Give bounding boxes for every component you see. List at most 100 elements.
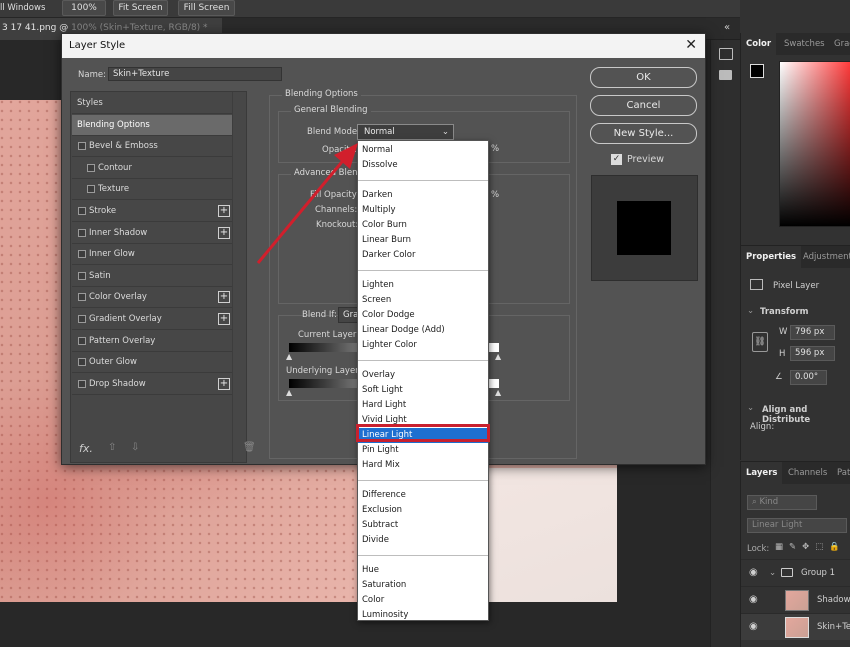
blend-mode-option[interactable]: Pin Light — [358, 443, 488, 458]
blend-mode-option[interactable]: Divide — [358, 533, 488, 548]
tab-swatches[interactable]: Swatches — [784, 33, 825, 55]
style-checkbox[interactable] — [78, 271, 86, 280]
transform-chevron-icon[interactable]: ⌄ — [747, 306, 754, 316]
style-checkbox[interactable] — [78, 250, 86, 259]
blend-mode-option[interactable]: Lighten — [358, 278, 488, 293]
slider-handle-icon[interactable]: ▲ — [286, 352, 292, 361]
style-item[interactable]: Bevel & Emboss — [72, 136, 246, 158]
cancel-button[interactable]: Cancel — [590, 95, 697, 116]
blend-mode-option[interactable]: Overlay — [358, 368, 488, 383]
layer-blend-mode-select[interactable]: Linear Light — [747, 518, 847, 533]
style-checkbox[interactable] — [78, 315, 86, 323]
tab-properties[interactable]: Properties — [741, 246, 802, 268]
style-item[interactable]: Blending Options — [72, 114, 246, 136]
comments-icon[interactable] — [719, 70, 732, 80]
blend-mode-option[interactable]: Darken — [358, 188, 488, 203]
blend-mode-option[interactable]: Luminosity — [358, 608, 488, 623]
add-style-icon[interactable]: + — [218, 313, 230, 325]
style-item[interactable]: Inner Shadow + — [72, 223, 246, 244]
visibility-eye-icon[interactable]: ◉ — [749, 568, 761, 578]
style-item[interactable]: Pattern Overlay — [72, 331, 246, 352]
style-item[interactable]: Satin — [72, 266, 246, 287]
styles-scrollbar[interactable] — [232, 92, 246, 462]
tab-adjustments[interactable]: Adjustments — [803, 246, 850, 268]
collapse-icon[interactable]: « — [724, 22, 730, 33]
slider-handle-icon[interactable]: ▲ — [495, 352, 501, 361]
blend-mode-option[interactable]: Color — [358, 593, 488, 608]
style-item[interactable]: Contour — [72, 158, 246, 179]
style-checkbox[interactable] — [78, 293, 86, 302]
blend-mode-option[interactable]: Normal — [358, 143, 488, 158]
add-style-icon[interactable]: + — [218, 291, 230, 304]
add-style-icon[interactable]: + — [218, 377, 230, 390]
blend-mode-option[interactable]: Multiply — [358, 203, 488, 218]
trash-icon[interactable]: 🗑 — [243, 442, 256, 453]
blend-mode-option[interactable]: Difference — [358, 488, 488, 503]
blend-mode-option[interactable]: Color Dodge — [358, 308, 488, 323]
style-item[interactable]: Drop Shadow + — [72, 374, 246, 395]
style-item[interactable]: Stroke + — [72, 201, 246, 222]
blend-mode-option[interactable]: Saturation — [358, 578, 488, 593]
style-item[interactable]: Texture — [72, 179, 246, 201]
blend-mode-option[interactable]: Dissolve — [358, 158, 488, 173]
style-item[interactable]: Inner Glow — [72, 244, 246, 266]
blend-mode-option[interactable]: Soft Light — [358, 383, 488, 398]
fit-screen-button[interactable]: Fit Screen — [113, 0, 168, 16]
style-checkbox[interactable] — [87, 185, 95, 194]
tab-gradients[interactable]: Gradi — [834, 33, 850, 55]
width-field[interactable]: 796 px — [790, 325, 835, 340]
align-chevron-icon[interactable]: ⌄ — [747, 403, 754, 413]
fill-screen-button[interactable]: Fill Screen — [178, 0, 235, 16]
name-field[interactable]: Skin+Texture — [108, 67, 282, 81]
blend-mode-option[interactable]: Linear Burn — [358, 233, 488, 248]
add-style-icon[interactable]: + — [218, 205, 230, 217]
style-checkbox[interactable] — [87, 163, 95, 172]
ok-button[interactable]: OK — [590, 67, 697, 88]
group-chevron-icon[interactable]: ⌄ — [769, 568, 776, 578]
slider-handle-icon[interactable]: ▲ — [495, 388, 501, 397]
blend-mode-select[interactable]: Normal ⌄ — [357, 124, 454, 140]
layer-row[interactable]: ◉ Skin+Tex — [741, 613, 850, 640]
tab-layers[interactable]: Layers — [741, 462, 783, 484]
blend-mode-option[interactable]: Exclusion — [358, 503, 488, 518]
visibility-eye-icon[interactable]: ◉ — [749, 595, 761, 605]
close-icon[interactable]: ✕ — [685, 37, 697, 53]
style-item[interactable]: Color Overlay + — [72, 287, 246, 309]
tab-paths[interactable]: Pat — [837, 462, 850, 484]
blend-mode-option[interactable]: Darker Color — [358, 248, 488, 263]
angle-field[interactable]: 0.00° — [790, 370, 827, 385]
move-up-icon[interactable]: ⇧ — [108, 442, 116, 453]
history-icon[interactable] — [719, 48, 733, 60]
layer-kind-filter[interactable]: ⌕ Kind — [747, 495, 817, 510]
zoom-100-button[interactable]: 100% — [62, 0, 106, 16]
blend-mode-option[interactable]: Linear Dodge (Add) — [358, 323, 488, 338]
new-style-button[interactable]: New Style... — [590, 123, 697, 144]
color-picker-field[interactable] — [779, 61, 850, 227]
layer-row[interactable]: ◉ ⌄ Group 1 — [741, 559, 850, 586]
move-down-icon[interactable]: ⇩ — [131, 442, 139, 453]
preview-checkbox[interactable]: ✓ — [611, 154, 622, 165]
blend-mode-option[interactable]: Lighter Color — [358, 338, 488, 353]
tab-color[interactable]: Color — [741, 33, 777, 55]
style-item[interactable]: Gradient Overlay + — [72, 309, 246, 330]
style-checkbox[interactable] — [78, 358, 86, 367]
windows-label[interactable]: ll Windows — [0, 3, 45, 13]
style-item[interactable]: Outer Glow — [72, 352, 246, 374]
slider-handle-icon[interactable]: ▲ — [286, 388, 292, 397]
style-checkbox[interactable] — [78, 379, 86, 388]
style-item[interactable]: Styles — [72, 93, 246, 114]
blend-mode-option[interactable]: Screen — [358, 293, 488, 308]
add-style-icon[interactable]: + — [218, 226, 230, 239]
foreground-swatch[interactable] — [750, 64, 764, 78]
visibility-eye-icon[interactable]: ◉ — [749, 622, 761, 632]
style-checkbox[interactable] — [78, 336, 86, 345]
height-field[interactable]: 596 px — [790, 346, 835, 361]
fx-label[interactable]: fx. — [79, 442, 93, 455]
blend-mode-option[interactable]: Subtract — [358, 518, 488, 533]
blend-mode-option[interactable]: Hard Mix — [358, 458, 488, 473]
tab-channels[interactable]: Channels — [788, 462, 827, 484]
blend-mode-option[interactable]: Color Burn — [358, 218, 488, 233]
lock-icons[interactable]: ▦✎✥⬚🔒 — [775, 542, 846, 552]
style-checkbox[interactable] — [78, 207, 86, 215]
blend-mode-option[interactable]: Hue — [358, 563, 488, 578]
